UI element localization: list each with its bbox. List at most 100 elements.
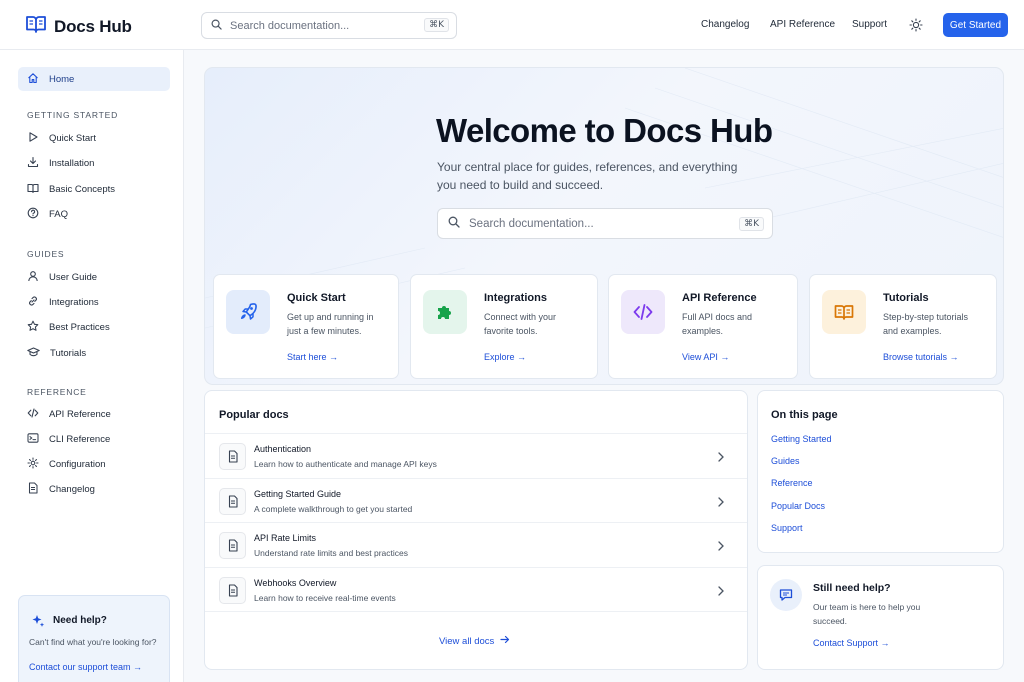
section-guides: GUIDES (27, 249, 65, 259)
card-link-browse-tutorials[interactable]: Browse tutorials → (883, 352, 959, 362)
search-icon (448, 215, 460, 233)
card-quick-start[interactable]: Quick Start Get up and running in just a… (213, 274, 399, 379)
top-bar: Docs Hub Search documentation... ⌘K Chan… (0, 0, 1024, 50)
toc-link-getting-started[interactable]: Getting Started (771, 434, 832, 444)
doc-row-getting-started-guide[interactable]: Getting Started Guide A complete walkthr… (205, 478, 747, 523)
contact-support-link[interactable]: Contact Support → (813, 638, 890, 648)
nav-link-changelog[interactable]: Changelog (701, 19, 749, 30)
top-search-input[interactable]: Search documentation... ⌘K (201, 12, 457, 39)
card-title: Tutorials (883, 292, 929, 304)
still-need-help-card: Still need help? Our team is here to hel… (757, 565, 1004, 670)
need-help-title: Need help? (53, 615, 107, 626)
card-title: Integrations (484, 292, 547, 304)
chevron-right-icon (717, 450, 725, 468)
doc-title: Getting Started Guide (254, 489, 342, 499)
sidebar-item-cli-reference[interactable]: CLI Reference (18, 427, 170, 451)
view-all-docs-link[interactable]: View all docs (439, 635, 510, 647)
sidebar-item-best-practices[interactable]: Best Practices (18, 315, 170, 339)
hero-title: Welcome to Docs Hub (436, 112, 773, 149)
play-icon (27, 131, 39, 146)
terminal-icon (27, 432, 39, 447)
graduation-cap-icon (27, 346, 40, 361)
chevron-right-icon (717, 584, 725, 602)
contact-support-team-link[interactable]: Contact our support team → (29, 662, 142, 672)
card-description: Full API docs and examples. (682, 312, 753, 336)
sidebar-item-tutorials[interactable]: Tutorials (18, 341, 170, 365)
theme-toggle-sun-icon[interactable] (909, 18, 923, 37)
sidebar: Home GETTING STARTED Quick Start Install… (0, 50, 184, 682)
nav-link-support[interactable]: Support (852, 19, 887, 30)
chevron-right-icon (717, 539, 725, 557)
doc-title: Webhooks Overview (254, 578, 337, 588)
document-icon (219, 488, 246, 515)
still-need-help-text: Our team is here to help you succeed. (813, 602, 921, 626)
card-title: API Reference (682, 292, 757, 304)
card-api-reference[interactable]: API Reference Full API docs and examples… (608, 274, 798, 379)
document-icon (219, 577, 246, 604)
doc-row-authentication[interactable]: Authentication Learn how to authenticate… (205, 433, 747, 478)
doc-title: API Rate Limits (254, 533, 317, 543)
section-getting-started: GETTING STARTED (27, 110, 119, 120)
need-help-text: Can't find what you're looking for? (29, 637, 157, 647)
code-icon (621, 290, 665, 334)
doc-description: Learn how to receive real-time events (254, 593, 396, 603)
nav-link-api-reference[interactable]: API Reference (770, 19, 835, 30)
home-icon (27, 72, 39, 87)
card-link-start-here[interactable]: Start here → (287, 352, 338, 362)
sidebar-item-home[interactable]: Home (18, 67, 170, 91)
card-link-view-api[interactable]: View API → (682, 352, 729, 362)
sidebar-item-installation[interactable]: Installation (18, 151, 170, 175)
gear-icon (27, 456, 39, 472)
hero-subtitle: Your central place for guides, reference… (437, 160, 738, 192)
sidebar-item-faq[interactable]: FAQ (18, 202, 170, 226)
card-tutorials[interactable]: Tutorials Step-by-step tutorials and exa… (809, 274, 997, 379)
sidebar-item-basic-concepts[interactable]: Basic Concepts (18, 177, 170, 201)
doc-description: A complete walkthrough to get you starte… (254, 504, 413, 514)
on-this-page-title: On this page (771, 409, 838, 421)
sidebar-item-user-guide[interactable]: User Guide (18, 265, 170, 289)
logo-text: Docs Hub (54, 16, 132, 36)
doc-title: Authentication (254, 444, 312, 454)
toc-link-popular-docs[interactable]: Popular Docs (771, 501, 825, 511)
doc-row-webhooks-overview[interactable]: Webhooks Overview Learn how to receive r… (205, 567, 747, 612)
card-description: Connect with your favorite tools. (484, 312, 557, 336)
user-icon (27, 270, 39, 285)
sparkles-icon (31, 614, 45, 633)
sidebar-item-quick-start[interactable]: Quick Start (18, 126, 170, 150)
toc-link-reference[interactable]: Reference (771, 478, 813, 488)
popular-docs-panel: Popular docs Authentication Learn how to… (204, 390, 748, 670)
link-icon (27, 295, 39, 310)
need-help-card: Need help? Can't find what you're lookin… (18, 595, 170, 682)
popular-docs-title: Popular docs (219, 409, 289, 421)
arrow-right-icon (500, 635, 510, 647)
toc-link-guides[interactable]: Guides (771, 456, 800, 466)
document-icon (219, 532, 246, 559)
hero-section: Welcome to Docs Hub Your central place f… (204, 67, 1004, 385)
code-icon (27, 407, 39, 422)
sidebar-item-changelog[interactable]: Changelog (18, 477, 170, 501)
logo[interactable]: Docs Hub (26, 15, 132, 38)
chevron-right-icon (717, 495, 725, 513)
card-description: Get up and running in just a few minutes… (287, 312, 374, 336)
get-started-button[interactable]: Get Started (943, 13, 1008, 37)
doc-description: Understand rate limits and best practice… (254, 548, 409, 558)
section-reference: REFERENCE (27, 387, 87, 397)
book-open-icon (27, 182, 39, 197)
toc-link-support[interactable]: Support (771, 523, 803, 533)
search-shortcut: ⌘K (424, 18, 449, 32)
sidebar-item-integrations[interactable]: Integrations (18, 290, 170, 314)
card-title: Quick Start (287, 292, 346, 304)
doc-row-api-rate-limits[interactable]: API Rate Limits Understand rate limits a… (205, 522, 747, 567)
book-logo-icon (26, 15, 46, 38)
hero-search-placeholder: Search documentation... (469, 217, 594, 230)
card-description: Step-by-step tutorials and examples. (883, 312, 969, 336)
puzzle-icon (423, 290, 467, 334)
search-icon (211, 17, 222, 35)
sidebar-item-api-reference[interactable]: API Reference (18, 402, 170, 426)
download-icon (27, 156, 39, 171)
file-text-icon (27, 481, 39, 497)
card-link-explore[interactable]: Explore → (484, 352, 526, 362)
hero-search-input[interactable]: Search documentation... ⌘K (437, 208, 773, 239)
sidebar-item-configuration[interactable]: Configuration (18, 452, 170, 476)
card-integrations[interactable]: Integrations Connect with your favorite … (410, 274, 598, 379)
